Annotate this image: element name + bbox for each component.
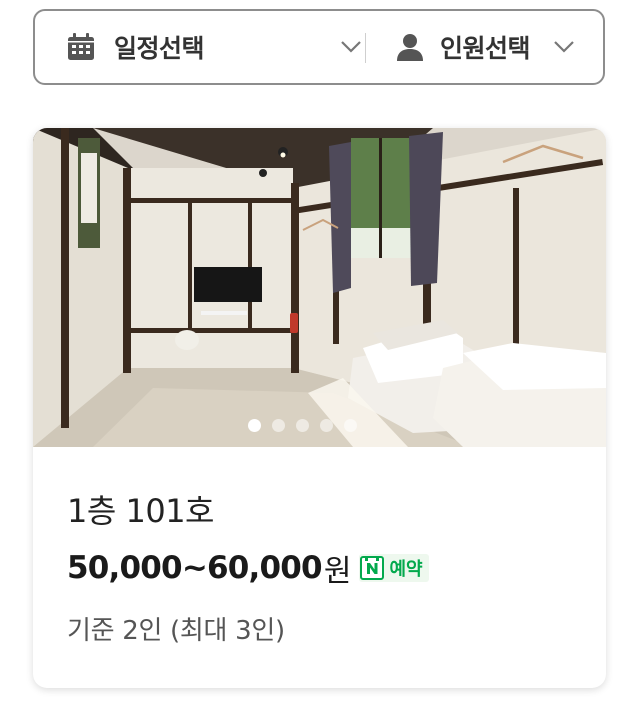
room-card[interactable]: 1층 101호 50,000~60,000 원 예약 기준 2인 (최대 3인): [33, 128, 606, 688]
reservation-badge-label: 예약: [389, 559, 423, 580]
carousel-dot[interactable]: [247, 419, 261, 432]
person-icon: [396, 32, 424, 62]
guest-select-label: 인원선택: [440, 34, 531, 63]
date-select-label: 일정선택: [114, 34, 205, 63]
carousel-dot[interactable]: [271, 419, 285, 432]
calendar-icon: [66, 32, 96, 62]
room-photo: [33, 128, 606, 447]
carousel-dot[interactable]: [319, 419, 333, 432]
price-row: 50,000~60,000 원 예약: [67, 546, 429, 590]
carousel-dot[interactable]: [295, 419, 309, 432]
chevron-down-icon: [552, 37, 576, 59]
carousel-dot[interactable]: [343, 419, 357, 432]
date-select-button[interactable]: 일정선택: [66, 11, 366, 83]
room-photo-carousel[interactable]: [33, 128, 606, 447]
guest-select-button[interactable]: 인원선택: [396, 11, 606, 83]
price-unit: 원: [323, 554, 352, 589]
naver-reservation-badge[interactable]: 예약: [359, 554, 429, 582]
naver-n-icon: [360, 556, 385, 580]
booking-filter-bar: 일정선택 인원선택: [33, 9, 605, 85]
room-name: 1층 101호: [67, 492, 215, 530]
carousel-indicator: [33, 419, 606, 432]
filter-divider: [365, 33, 366, 63]
room-capacity: 기준 2인 (최대 3인): [67, 616, 285, 646]
room-price: 50,000~60,000: [67, 550, 323, 586]
chevron-down-icon: [339, 37, 363, 59]
